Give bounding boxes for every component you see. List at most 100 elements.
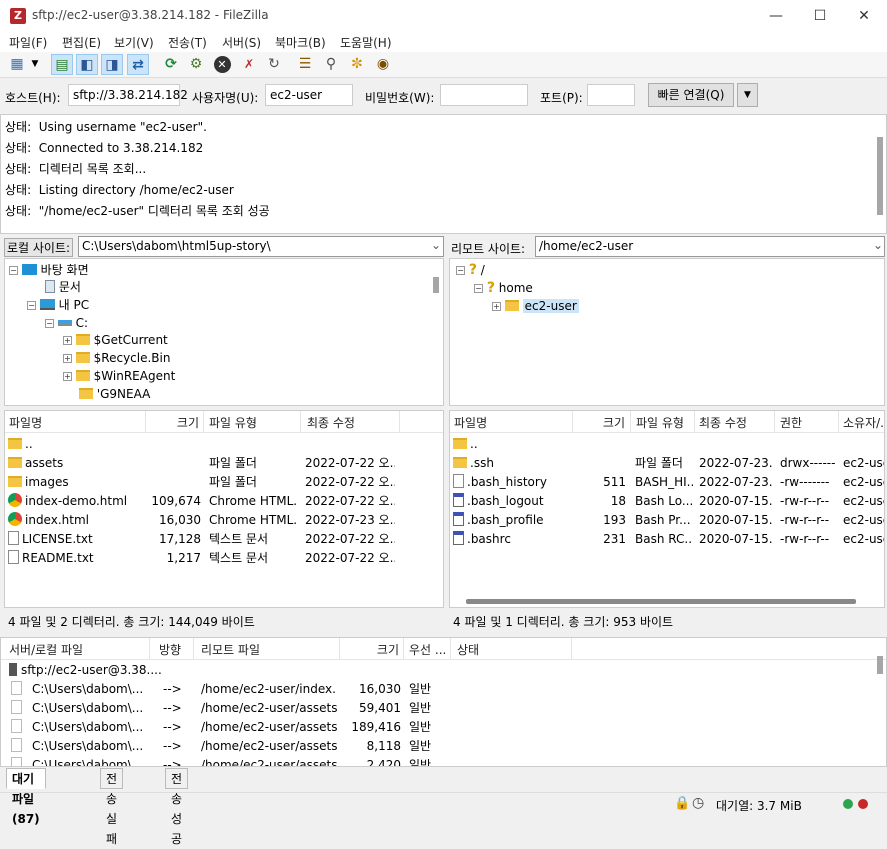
process-queue-icon[interactable]: ⚙ (185, 54, 207, 75)
toggle-log-icon[interactable]: ▤ (51, 54, 73, 75)
tab-queued-files[interactable]: 대기 파일 (87) (6, 768, 46, 826)
queue-scrollbar[interactable] (877, 656, 883, 674)
queue-priority: 일반 (409, 739, 432, 753)
folder-icon (8, 476, 22, 487)
queue-row[interactable]: C:\Users\dabom\... --> /home/ec2-user/inde… (1, 680, 871, 699)
tree-item-folder[interactable]: + $Recycle.Bin (63, 349, 170, 367)
column-owner[interactable]: 소유자/... (843, 414, 884, 431)
local-path-input[interactable]: C:\Users\dabom\html5up-story\ (78, 236, 444, 257)
tree-item-home[interactable]: − ? home (474, 279, 533, 297)
host-input[interactable]: sftp://3.38.214.182 (68, 84, 188, 106)
file-row[interactable]: .. (5, 435, 443, 454)
column-filename[interactable]: 파일명 (9, 414, 42, 431)
column-size[interactable]: 크기 (151, 414, 199, 431)
column-type[interactable]: 파일 유형 (636, 414, 684, 431)
column-direction[interactable]: 방향 (159, 641, 181, 658)
column-type[interactable]: 파일 유형 (209, 414, 257, 431)
queue-row[interactable]: C:\Users\dabom\... --> /home/ec2-user/asse… (1, 718, 871, 737)
menu-view[interactable]: 보기(V) (114, 34, 154, 51)
search-icon[interactable]: ◉ (372, 54, 394, 75)
column-size[interactable]: 크기 (345, 641, 399, 658)
directory-filter-icon[interactable]: ☰ (294, 54, 316, 75)
queue-row[interactable]: C:\Users\dabom\... --> /home/ec2-user/asse… (1, 699, 871, 718)
column-permissions[interactable]: 권한 (780, 414, 802, 431)
log-line: 상태: 디렉터리 목록 조회... (5, 162, 147, 176)
file-row[interactable]: images 파일 폴더 2022-07-22 오... (5, 473, 443, 492)
file-row[interactable]: .ssh 파일 폴더 2022-07-23... drwx------ ec2-user (450, 454, 884, 473)
file-name: .bash_logout (467, 494, 544, 508)
column-modified[interactable]: 최종 수정 (699, 414, 747, 431)
queue-size: 2,420 (366, 758, 401, 767)
menu-bookmarks[interactable]: 북마크(B) (275, 34, 326, 51)
column-remote-file[interactable]: 리모트 파일 (201, 641, 260, 658)
tree-item-documents[interactable]: 문서 (45, 278, 81, 296)
file-row[interactable]: .bash_history 511 BASH_HI... 2022-07-23... -… (450, 473, 884, 492)
refresh-icon[interactable]: ⟳ (160, 54, 182, 75)
sync-browse-icon[interactable]: ✼ (346, 54, 368, 75)
remote-list-scrollbar[interactable] (466, 599, 856, 604)
title-bar: Z sftp://ec2-user@3.38.214.182 - FileZil… (0, 0, 887, 32)
file-row[interactable]: index-demo.html 109,674 Chrome HTML... 2022… (5, 492, 443, 511)
column-server-local-file[interactable]: 서버/로컬 파일 (9, 641, 83, 658)
menu-edit[interactable]: 편집(E) (62, 34, 101, 51)
chevron-down-icon[interactable]: ⌄ (873, 238, 883, 252)
column-status[interactable]: 상태 (457, 641, 479, 658)
quickconnect-button[interactable]: 빠른 연결(Q) (648, 83, 734, 107)
local-tree-scrollbar[interactable] (433, 277, 439, 293)
tree-item-root[interactable]: − ? / (456, 261, 485, 279)
menu-help[interactable]: 도움말(H) (340, 34, 392, 51)
file-row[interactable]: assets 파일 폴더 2022-07-22 오... (5, 454, 443, 473)
disconnect-icon[interactable]: ✗ (238, 54, 260, 75)
queue-row[interactable]: C:\Users\dabom\... --> /home/ec2-user/asse… (1, 737, 871, 756)
file-row[interactable]: index.html 16,030 Chrome HTML... 2022-07-23… (5, 511, 443, 530)
file-row[interactable]: .. (450, 435, 884, 454)
menu-server[interactable]: 서버(S) (222, 34, 261, 51)
column-modified[interactable]: 최종 수정 (307, 414, 355, 431)
remote-path-input[interactable]: /home/ec2-user (535, 236, 885, 257)
toggle-local-tree-icon[interactable]: ◧ (76, 54, 98, 75)
tree-item-desktop[interactable]: − 바탕 화면 (9, 261, 89, 279)
file-modified: 2022-07-22 오... (305, 475, 395, 489)
cancel-icon[interactable]: ✕ (211, 54, 233, 75)
port-input[interactable] (587, 84, 635, 106)
column-priority[interactable]: 우선 ... (409, 641, 446, 658)
compare-icon[interactable]: ⚲ (320, 54, 342, 75)
reconnect-icon[interactable]: ↻ (263, 54, 285, 75)
tab-failed-transfers[interactable]: 전송 실패 (100, 768, 124, 846)
site-manager-dropdown-icon[interactable]: ▼ (28, 54, 42, 75)
tree-item-folder[interactable]: 'G9NEAA (79, 385, 150, 403)
tree-item-folder[interactable]: + $WinREAgent (63, 367, 175, 385)
close-icon[interactable]: ✕ (841, 0, 887, 32)
file-row[interactable]: .bashrc 231 Bash RC... 2020-07-15... -rw-r--… (450, 530, 884, 549)
file-row[interactable]: .bash_logout 18 Bash Lo... 2020-07-15... -rw… (450, 492, 884, 511)
file-name: index-demo.html (25, 494, 128, 508)
menu-transfer[interactable]: 전송(T) (168, 34, 207, 51)
file-row[interactable]: LICENSE.txt 17,128 텍스트 문서 2022-07-22 오... (5, 530, 443, 549)
speed-limit-icon[interactable]: ◷ (692, 795, 704, 811)
tree-item-this-pc[interactable]: − 내 PC (27, 296, 89, 314)
minimize-icon[interactable]: — (753, 0, 799, 32)
queue-row[interactable]: C:\Users\dabom\... --> /home/ec2-user/asse… (1, 756, 871, 767)
file-permissions: drwx------ (780, 456, 836, 470)
maximize-icon[interactable]: ☐ (797, 0, 843, 32)
tree-item-ec2-user[interactable]: + ec2-user (492, 297, 579, 315)
toggle-remote-tree-icon[interactable]: ◨ (101, 54, 123, 75)
tab-successful-transfers[interactable]: 전송 성공 (165, 768, 189, 846)
tree-item-drive-c[interactable]: − C: (45, 314, 88, 332)
password-input[interactable] (440, 84, 528, 106)
queue-server-row[interactable]: sftp://ec2-user@3.38.... (9, 661, 162, 680)
menu-file[interactable]: 파일(F) (9, 34, 47, 51)
queue-remote-file: /home/ec2-user/assets/... (201, 701, 337, 715)
quickconnect-dropdown-icon[interactable]: ▼ (737, 83, 758, 107)
file-row[interactable]: .bash_profile 193 Bash Pr... 2020-07-15... -… (450, 511, 884, 530)
toggle-queue-icon[interactable]: ⇄ (127, 54, 149, 75)
column-filename[interactable]: 파일명 (454, 414, 487, 431)
tree-item-folder[interactable]: + $GetCurrent (63, 331, 168, 349)
column-size[interactable]: 크기 (578, 414, 625, 431)
site-manager-icon[interactable]: ▦ (6, 54, 28, 75)
log-scrollbar[interactable] (877, 137, 883, 215)
queue-size: 59,401 (359, 701, 401, 715)
chevron-down-icon[interactable]: ⌄ (431, 238, 441, 252)
username-input[interactable]: ec2-user (265, 84, 353, 106)
file-row[interactable]: README.txt 1,217 텍스트 문서 2022-07-22 오... (5, 549, 443, 568)
